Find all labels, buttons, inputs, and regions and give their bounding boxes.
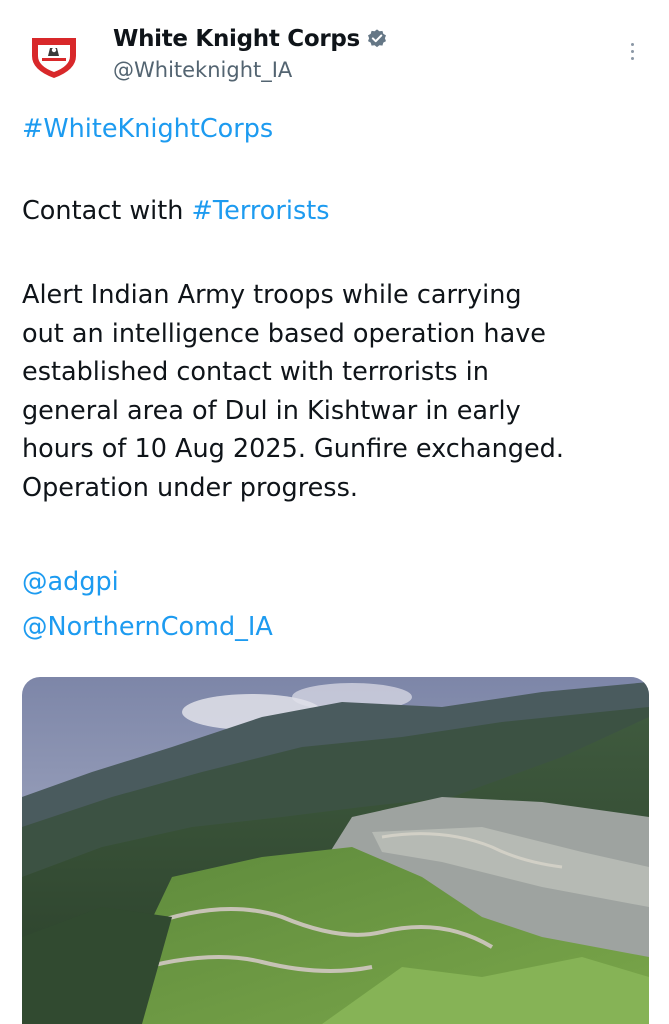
white-knight-corps-emblem-icon <box>32 38 76 78</box>
body-line: Operation under progress. <box>22 472 358 503</box>
mention-northern-comd[interactable]: @NorthernComd_IA <box>22 608 273 647</box>
hashtag-terrorists[interactable]: #Terrorists <box>192 196 330 226</box>
body-line: hours of 10 Aug 2025. Gunfire exchanged. <box>22 434 564 464</box>
author-display-name[interactable]: White Knight Corps <box>113 26 360 52</box>
tweet-header: White Knight Corps @Whiteknight_IA <box>0 0 669 100</box>
more-options-icon[interactable] <box>620 34 644 68</box>
tweet-media-image[interactable] <box>22 677 649 1024</box>
mountain-landscape-photo-icon <box>22 677 649 1024</box>
author-handle[interactable]: @Whiteknight_IA <box>113 58 292 82</box>
avatar[interactable] <box>24 22 84 82</box>
tweet-body: Alert Indian Army troops while carrying … <box>22 276 652 507</box>
hashtag-white-knight-corps[interactable]: #WhiteKnightCorps <box>22 110 273 149</box>
mention-adgpi[interactable]: @adgpi <box>22 563 119 602</box>
contact-prefix-text: Contact with <box>22 196 192 226</box>
body-line: Alert Indian Army troops while carrying <box>22 280 522 310</box>
body-line: out an intelligence based operation have <box>22 318 546 349</box>
body-line: established contact with terrorists in <box>22 357 489 387</box>
contact-line: Contact with #Terrorists <box>22 192 330 231</box>
verified-badge-icon <box>367 29 386 48</box>
author-name-row: White Knight Corps <box>113 26 388 52</box>
body-line: general area of Dul in Kishtwar in early <box>22 395 521 426</box>
